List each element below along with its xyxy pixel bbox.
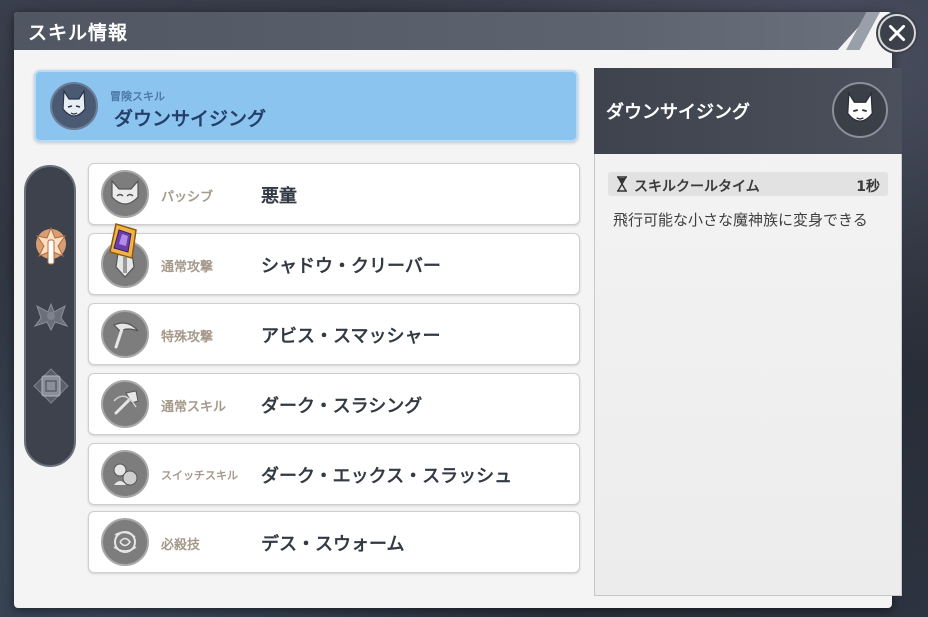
skill-name: シャドウ・クリーバー (261, 256, 441, 277)
skill-row-normal-skill[interactable]: 通常スキル ダーク・スラシング (88, 373, 580, 435)
switch-icon (101, 450, 149, 498)
swarm-icon (101, 518, 149, 566)
close-button[interactable] (878, 14, 916, 52)
close-icon (888, 24, 906, 42)
cooldown-bar: スキルクールタイム 1秒 (608, 172, 888, 196)
skill-row-special-attack[interactable]: 特殊攻撃 アビス・スマッシャー (88, 303, 580, 365)
skill-name: デス・スウォーム (261, 534, 405, 555)
skill-category: 必殺技 (161, 538, 201, 553)
hourglass-icon (617, 176, 627, 192)
skill-category: スイッチスキル (161, 469, 238, 482)
skill-name: 悪童 (261, 186, 297, 207)
skill-category: 通常スキル (161, 400, 227, 415)
skill-description: 飛行可能な小さな魔神族に変身できる (613, 211, 868, 229)
skill-emblem-icon (35, 226, 67, 265)
skill-category: パッシブ (161, 190, 214, 205)
title-bar (14, 12, 872, 50)
selected-skill-card[interactable]: 冒険スキル ダウンサイジング (34, 70, 578, 142)
skill-name: ダーク・スラシング (261, 396, 423, 417)
skill-row-passive[interactable]: パッシブ 悪童 (88, 163, 580, 225)
equipped-gem-icon (109, 223, 137, 259)
skill-category: 通常攻撃 (161, 260, 214, 275)
book-icon (33, 368, 69, 404)
cooldown-value: 1秒 (856, 179, 880, 195)
scythe-icon (101, 310, 149, 358)
demon-mask-icon (101, 170, 149, 218)
side-tab-skills[interactable] (30, 225, 72, 267)
skill-detail-name: ダウンサイジング (606, 102, 750, 123)
cat-mask-icon (50, 82, 98, 130)
cooldown-label: スキルクールタイム (634, 179, 760, 195)
selected-skill-category: 冒険スキル (110, 90, 165, 103)
skill-row-ultimate[interactable]: 必殺技 デス・スウォーム (88, 511, 580, 573)
skill-row-switch-skill[interactable]: スイッチスキル ダーク・エックス・スラッシュ (88, 443, 580, 505)
bat-wing-icon (33, 302, 69, 332)
window-title: スキル情報 (28, 22, 129, 44)
side-tab-book[interactable] (30, 365, 72, 407)
side-tab-bat[interactable] (30, 295, 72, 337)
axe-icon (101, 380, 149, 428)
cat-mask-icon (832, 82, 888, 138)
skill-category: 特殊攻撃 (161, 330, 214, 345)
skill-row-normal-attack[interactable]: 通常攻撃 シャドウ・クリーバー (88, 233, 580, 295)
side-tab-rail (24, 165, 76, 467)
selected-skill-name: ダウンサイジング (114, 108, 267, 130)
skill-name: ダーク・エックス・スラッシュ (261, 466, 513, 487)
skill-name: アビス・スマッシャー (261, 326, 441, 347)
